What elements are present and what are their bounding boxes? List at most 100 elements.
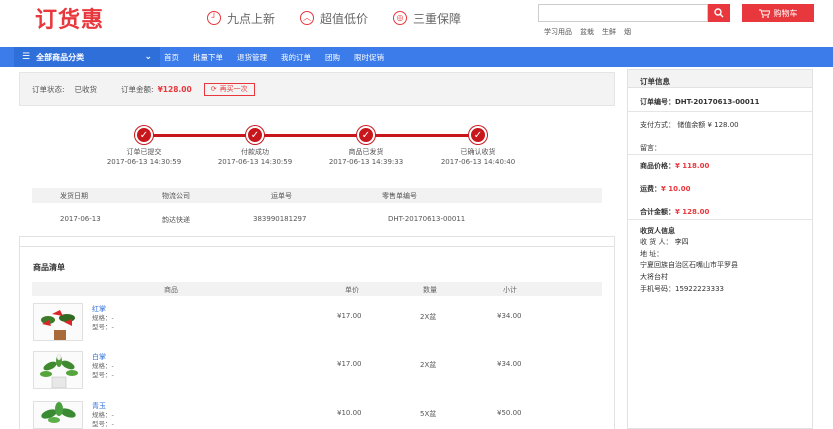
product-image[interactable]: [33, 401, 83, 429]
quantity: 2X盆: [420, 361, 437, 369]
freight-label: 运费：: [640, 185, 661, 193]
cart-button[interactable]: 购物车: [742, 4, 814, 22]
hot-word-link[interactable]: 盆栽: [580, 27, 594, 37]
shield-icon: ◎: [393, 11, 407, 25]
step-label: 商品已发货: [348, 148, 384, 156]
order-status-bar: 订单状态: 已收货 订单金额: ¥128.00 ⟳ 再买一次: [19, 72, 615, 106]
step-label: 订单已提交: [126, 148, 162, 156]
hot-words: 学习用品 盆栽 生鲜 烟: [544, 27, 631, 37]
step-time: 2017-06-13 14:39:33: [328, 158, 404, 166]
product-image[interactable]: [33, 303, 83, 341]
subtotal: ¥50.00: [497, 409, 522, 417]
search-input[interactable]: [538, 4, 708, 22]
step-time: 2017-06-13 14:30:59: [217, 158, 293, 166]
hot-word-link[interactable]: 烟: [624, 27, 631, 37]
step-time: 2017-06-13 14:30:59: [106, 158, 182, 166]
hot-word-link[interactable]: 生鲜: [602, 27, 616, 37]
product-name-link[interactable]: 白掌: [92, 352, 114, 362]
rebuy-label: 再买一次: [219, 85, 248, 93]
feature-guarantee: ◎ 三重保障: [393, 10, 461, 26]
retail-order-number: DHT-20170613-00011: [388, 215, 466, 223]
product-name-link[interactable]: 红掌: [92, 304, 114, 314]
step-label: 已确认收货: [460, 148, 496, 156]
product-spec: 规格：-: [92, 314, 114, 322]
total-row: 合计金额：¥ 128.00: [640, 207, 709, 217]
check-icon: ✓: [135, 126, 153, 144]
rebuy-button[interactable]: ⟳ 再买一次: [203, 82, 255, 96]
chevron-down-icon: ⌄: [144, 52, 152, 62]
nav-link-home[interactable]: 首页: [164, 52, 179, 63]
step-label: 付款成功: [241, 148, 269, 156]
amount-label: 订单金额:: [121, 84, 154, 94]
product-model: 型号：-: [92, 371, 114, 379]
search-icon: [714, 8, 724, 18]
divider: [19, 246, 615, 247]
total-label: 合计金额：: [640, 208, 675, 216]
divider: [628, 154, 812, 155]
product-image[interactable]: [33, 351, 83, 389]
check-icon: ✓: [469, 126, 487, 144]
product-spec: 规格：-: [92, 411, 114, 419]
goods-price-label: 商品价格：: [640, 162, 675, 170]
product-model: 型号：-: [92, 323, 114, 331]
remark: 留言：: [640, 144, 661, 152]
receiver-title: 收货人信息: [640, 227, 675, 235]
clock-icon: ┘: [207, 11, 221, 25]
product-model: 型号：-: [92, 420, 114, 428]
amount-value: ¥128.00: [157, 84, 192, 94]
receiver-name: 收 货 人： 李四: [640, 238, 689, 246]
check-icon: ✓: [357, 126, 375, 144]
total: ¥ 128.00: [675, 208, 710, 216]
order-info-title: 订单信息: [628, 70, 812, 88]
ship-date: 2017-06-13: [60, 215, 101, 223]
unit-price: ¥17.00: [337, 360, 362, 368]
product-info: 白掌 规格：- 型号：-: [92, 352, 114, 380]
address-line: 大将台村: [640, 273, 668, 281]
tracking-number[interactable]: 383990181297: [253, 215, 306, 223]
feature-low-price: ︿ 超值低价: [300, 10, 368, 26]
column-header: 物流公司: [162, 192, 190, 200]
freight-row: 运费：¥ 10.00: [640, 184, 690, 194]
goods-price-row: 商品价格：¥ 118.00: [640, 161, 709, 171]
nav-links: 首页 批量下单 退货管理 我的订单 团购 限时促销: [164, 47, 384, 67]
category-label: 全部商品分类: [36, 52, 85, 62]
column-header: 发货日期: [60, 192, 88, 200]
shipping-table-header: [32, 188, 602, 203]
product-spec: 规格：-: [92, 362, 114, 370]
column-header: 运单号: [271, 192, 292, 200]
nav-link-flash-sale[interactable]: 限时促销: [354, 52, 384, 63]
ship-company: 韵达快递: [162, 216, 190, 224]
status-value: 已收货: [74, 84, 98, 94]
site-logo[interactable]: 订货惠: [35, 8, 104, 32]
column-header: 零售单编号: [382, 192, 417, 200]
nav-link-bulk-order[interactable]: 批量下单: [193, 52, 223, 63]
category-menu-button[interactable]: ☰ 全部商品分类 ⌄: [14, 47, 160, 67]
timeline-step: 已确认收货 2017-06-13 14:40:40: [433, 147, 523, 167]
payment-method: 支付方式： 储值余额 ¥ 128.00: [640, 121, 739, 129]
step-time: 2017-06-13 14:40:40: [440, 158, 516, 166]
menu-icon: ☰: [22, 52, 31, 62]
nav-link-my-orders[interactable]: 我的订单: [281, 52, 311, 63]
hot-word-link[interactable]: 学习用品: [544, 27, 572, 37]
nav-link-returns[interactable]: 退货管理: [237, 52, 267, 63]
product-name-link[interactable]: 青玉: [92, 401, 114, 411]
cart-icon: ⟳: [210, 85, 217, 93]
feature-new-arrivals: ┘ 九点上新: [207, 10, 275, 26]
receiver-phone: 手机号码：15922223333: [640, 285, 724, 293]
address-line: 宁夏回族自治区石嘴山市平罗县: [640, 261, 738, 269]
check-icon: ✓: [246, 126, 264, 144]
column-header: 数量: [423, 286, 437, 294]
goods-price: ¥ 118.00: [675, 162, 710, 170]
unit-price: ¥10.00: [337, 409, 362, 417]
order-number: 订单编号：DHT-20170613-00011: [640, 98, 760, 106]
timeline-step: 订单已提交 2017-06-13 14:30:59: [99, 147, 189, 167]
product-info: 红掌 规格：- 型号：-: [92, 304, 114, 332]
nav-link-group-buy[interactable]: 团购: [325, 52, 340, 63]
price-icon: ︿: [300, 11, 314, 25]
timeline-step: 商品已发货 2017-06-13 14:39:33: [321, 147, 411, 167]
product-info: 青玉 规格：- 型号：-: [92, 401, 114, 429]
search-button[interactable]: [708, 4, 730, 22]
cart-label: 购物车: [773, 8, 798, 18]
subtotal: ¥34.00: [497, 360, 522, 368]
divider: [628, 111, 812, 112]
